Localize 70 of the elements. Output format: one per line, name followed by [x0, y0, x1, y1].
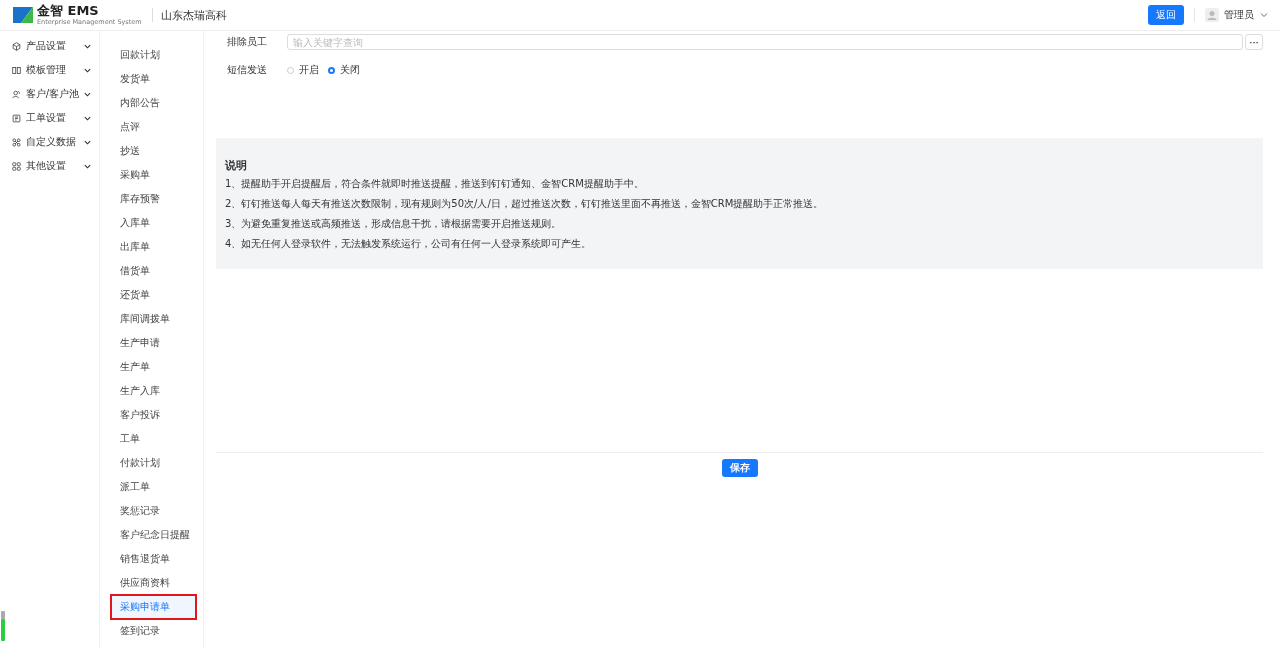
- submenu-item[interactable]: 采购单: [112, 164, 195, 186]
- sidebar-item-label: 其他设置: [26, 159, 67, 173]
- radio-label[interactable]: 关闭: [340, 63, 360, 77]
- sidebar-item-label: 自定义数据: [26, 135, 77, 149]
- chevron-icon: [84, 114, 91, 122]
- note-text: 1、提醒助手开启提醒后，符合条件就即时推送提醒，推送到钉钉通知、金智CRM提醒助手中。: [225, 177, 645, 191]
- chevron-icon: [84, 42, 91, 50]
- logo-icon: [12, 6, 34, 24]
- submenu-item[interactable]: 库间调拨单: [112, 308, 195, 330]
- company-name: 山东杰瑞高科: [160, 7, 227, 23]
- submenu-item[interactable]: 客户纪念日提醒: [112, 524, 195, 546]
- avatar-icon[interactable]: [1205, 8, 1219, 22]
- chevron-icon: [84, 66, 91, 74]
- document-icon: [12, 113, 21, 123]
- note-text: 4、如无任何人登录软件，无法触发系统运行，公司有任何一人登录系统即可产生。: [225, 237, 593, 251]
- submenu-item[interactable]: 回款计划: [112, 44, 195, 66]
- search-field[interactable]: 输入关键字查询: [287, 34, 1243, 50]
- sidebar-item[interactable]: 其他设置: [0, 154, 99, 178]
- submenu-item[interactable]: 生产申请: [112, 332, 195, 354]
- submenu-item[interactable]: 供应商资料: [112, 572, 195, 594]
- submenu-item[interactable]: 入库单: [112, 212, 195, 234]
- chevron-icon: [84, 90, 91, 98]
- note-text: 2、钉钉推送每人每天有推送次数限制，现有规则为50次/人/日，超过推送次数，钉钉推送里面不再推送，金智CRM提醒助手正常推送。: [225, 197, 825, 211]
- submenu-item[interactable]: 库存预警: [112, 188, 195, 210]
- user-name[interactable]: 管理员: [1224, 8, 1254, 22]
- sidebar-item-label: 模板管理: [26, 63, 67, 77]
- users-icon: [12, 89, 21, 99]
- save-button[interactable]: 保存: [721, 459, 758, 477]
- submenu-item[interactable]: 点评: [112, 116, 195, 138]
- note-text: 3、为避免重复推送或高频推送，形成信息干扰，请根据需要开启推送规则。: [225, 217, 563, 231]
- sidebar-item-label: 产品设置: [26, 39, 67, 53]
- submenu-item[interactable]: 奖惩记录: [112, 500, 195, 522]
- back-button[interactable]: 返回: [1148, 5, 1184, 25]
- field-label: 排除员工: [227, 35, 268, 49]
- submenu-item[interactable]: 工单: [112, 428, 195, 450]
- sidebar-item-label: 客户/客户池: [25, 87, 80, 101]
- radio-label[interactable]: 开启: [299, 63, 319, 77]
- field-label: 短信发送: [227, 63, 268, 77]
- submenu-item[interactable]: 销售退货单: [112, 548, 195, 570]
- more-button[interactable]: ···: [1245, 34, 1263, 50]
- submenu-item[interactable]: 生产入库: [112, 380, 195, 402]
- submenu-item[interactable]: 生产单: [112, 356, 195, 378]
- submenu-item[interactable]: 出库单: [112, 236, 195, 258]
- columns-icon: [12, 65, 21, 75]
- sidebar-item[interactable]: 产品设置: [0, 34, 99, 58]
- submenu-item[interactable]: 发货单: [112, 68, 195, 90]
- submenu-item[interactable]: 签到记录: [112, 620, 195, 642]
- sidebar-item[interactable]: 客户/客户池: [0, 82, 99, 106]
- submenu-item[interactable]: 还货单: [112, 284, 195, 306]
- submenu-item[interactable]: 抄送: [112, 140, 195, 162]
- logo-text: 金智 EMS: [37, 4, 100, 18]
- submenu-item[interactable]: 客户投诉: [112, 404, 195, 426]
- chevron-icon: [84, 162, 91, 170]
- cube-icon: [12, 41, 21, 51]
- nodes-icon: [12, 137, 21, 147]
- chevron-icon: [84, 138, 91, 146]
- submenu-item[interactable]: 付款计划: [112, 452, 195, 474]
- notes-title: 说明: [225, 158, 248, 173]
- sidebar-item[interactable]: 模板管理: [0, 58, 99, 82]
- submenu-item[interactable]: 派工单: [112, 476, 195, 498]
- status-bar-drawing: [1, 611, 5, 641]
- submenu-item[interactable]: 借货单: [112, 260, 195, 282]
- submenu-item[interactable]: 内部公告: [112, 92, 195, 114]
- caret-icon[interactable]: [1260, 11, 1268, 19]
- grid-icon: [12, 161, 21, 171]
- sidebar-item[interactable]: 工单设置: [0, 106, 99, 130]
- radio-button[interactable]: [328, 66, 335, 74]
- sidebar-item[interactable]: 自定义数据: [0, 130, 99, 154]
- sidebar-item-label: 工单设置: [26, 111, 67, 125]
- submenu-item[interactable]: 采购申请单: [112, 596, 195, 618]
